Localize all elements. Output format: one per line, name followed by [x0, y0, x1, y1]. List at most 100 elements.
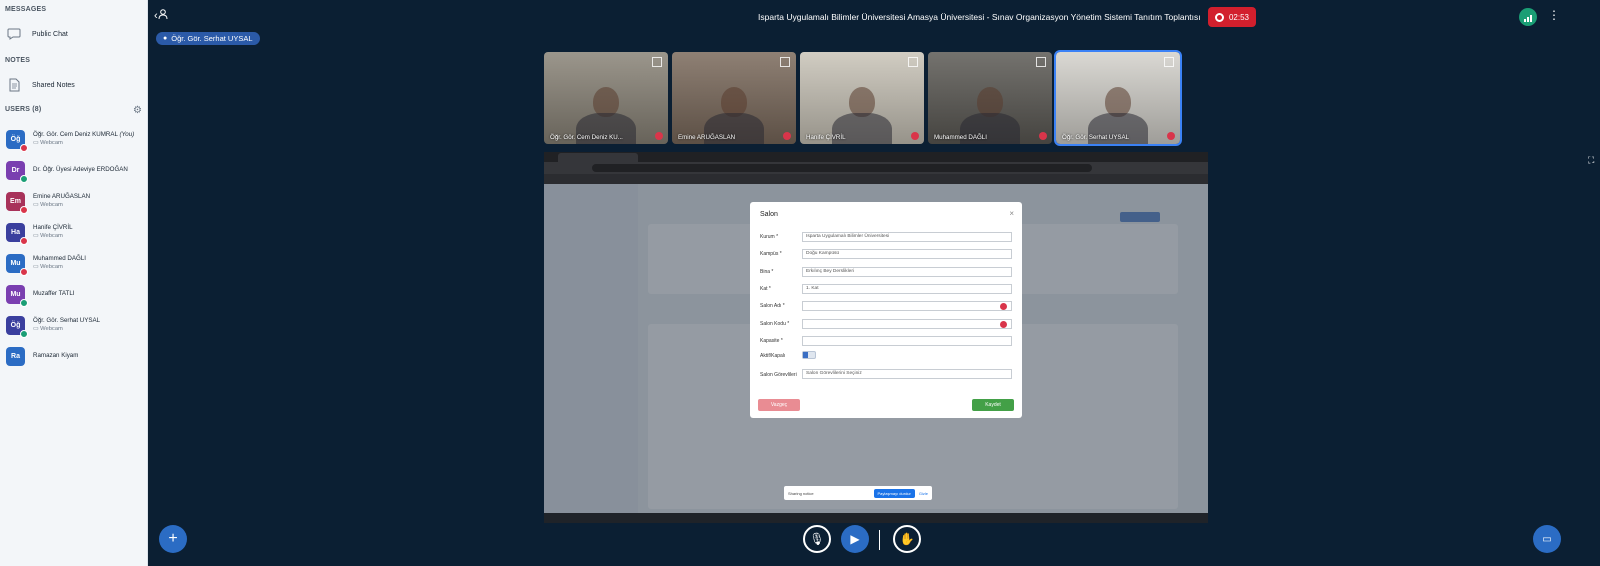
user-name: Öğr. Gör. Serhat UYSAL — [33, 317, 101, 324]
avatar: Öğ — [6, 129, 28, 152]
webcam-tile[interactable]: Öğr. Gör. Cem Deniz KU... — [544, 52, 668, 144]
screen-icon: ▭ — [1542, 533, 1552, 545]
webcam-tile[interactable]: Hanife ÇİVRİL — [800, 52, 924, 144]
field-input[interactable]: Erkılınç Bey Derslikleri — [802, 266, 1012, 277]
cancel-button[interactable]: Vazgeç — [758, 399, 800, 411]
field-label: Salon Kodu * — [760, 320, 790, 327]
expand-icon[interactable] — [908, 57, 918, 67]
screenshare-area: Salon × Kurum * Isparta Uygulamalı Biliml… — [544, 152, 1208, 523]
field-label: Salon Adı * — [760, 303, 785, 310]
microphone-status-icon — [20, 174, 28, 183]
error-icon — [1000, 303, 1007, 311]
webcam-name: Öğr. Gör. Serhat UYSAL — [1062, 134, 1130, 141]
user-list-item[interactable]: Mu Muhammed DAĞLI ▭ Webcam — [6, 250, 144, 276]
microphone-status-icon — [20, 143, 28, 152]
field-input[interactable]: Isparta Uygulamalı Bilimler Üniversitesi — [802, 232, 1012, 242]
hide-share-link[interactable]: Gizle — [919, 491, 932, 496]
webcam-name: Hanife ÇİVRİL — [806, 134, 846, 141]
user-list-item[interactable]: Öğ Öğr. Gör. Serhat UYSAL ▭ Webcam — [6, 312, 144, 338]
notes-icon — [6, 78, 22, 92]
field-label: Kurum * — [760, 234, 779, 240]
public-chat-item[interactable]: Public Chat — [6, 27, 68, 41]
browser-address-bar — [544, 162, 1208, 174]
presenter-badge: ● Öğr. Gör. Serhat UYSAL — [156, 32, 260, 45]
mute-button[interactable]: 🎙 — [803, 525, 831, 553]
webcam-tile[interactable]: Öğr. Gör. Serhat UYSAL — [1054, 50, 1182, 146]
webcam-tile[interactable]: Emine ARUĞASLAN — [672, 52, 796, 144]
microphone-status-icon — [20, 267, 28, 276]
field-input[interactable]: Doğu Kampüsü — [802, 249, 1012, 260]
user-status: Webcam — [40, 326, 63, 332]
field-input[interactable] — [802, 335, 1012, 346]
avatar: Öğ — [6, 315, 28, 338]
webcam-icon: ▭ — [33, 202, 39, 208]
browser-bookmarks-bar — [544, 174, 1208, 184]
toggle-userlist-icon[interactable]: ‹ — [154, 9, 168, 22]
field-label: Kampüs * — [760, 251, 782, 258]
expand-icon[interactable] — [652, 57, 662, 67]
microphone-status-icon — [1039, 132, 1047, 140]
microphone-status-icon — [20, 329, 28, 338]
shared-notes-item[interactable]: Shared Notes — [6, 78, 75, 92]
field-label: Kapasite * — [760, 337, 783, 344]
user-name: Öğr. Gör. Cem Deniz KUMRAL — [33, 131, 118, 138]
avatar: Ra — [6, 346, 25, 366]
avatar: Mu — [6, 253, 28, 276]
save-button[interactable]: Kaydet — [972, 399, 1014, 411]
expand-icon[interactable] — [780, 57, 790, 67]
close-icon[interactable]: × — [1009, 209, 1014, 218]
user-list-item[interactable]: Em Emine ARUĞASLAN ▭ Webcam — [6, 188, 144, 214]
camera-button[interactable]: ▶ — [841, 525, 869, 553]
webcam-name: Emine ARUĞASLAN — [678, 134, 736, 141]
webcam-icon: ▭ — [33, 264, 39, 270]
webcam-name: Öğr. Gör. Cem Deniz KU... — [550, 134, 623, 141]
active-toggle[interactable] — [802, 351, 816, 359]
user-list-item[interactable]: Ha Hanife ÇİVRİL ▭ Webcam — [6, 219, 144, 245]
user-list-item[interactable]: Dr Dr. Öğr. Üyesi Adeviye ERDOĞAN — [6, 157, 144, 183]
messages-title: MESSAGES — [5, 6, 47, 13]
avatar: Dr — [6, 160, 28, 183]
microphone-status-icon — [655, 132, 663, 140]
microphone-status-icon — [20, 236, 28, 245]
gear-icon[interactable]: ⚙ — [133, 105, 142, 116]
microphone-muted-icon: 🎙 — [809, 532, 825, 546]
microphone-icon: ● — [163, 35, 168, 42]
user-list-item[interactable]: Ra Ramazan Kiyam — [6, 343, 144, 369]
presenter-name: Öğr. Gör. Serhat UYSAL — [171, 34, 253, 43]
user-name: Muhammed DAĞLI — [33, 255, 86, 262]
bottom-bar: + 🎙 ▶ ✋ ▭ — [148, 522, 1600, 566]
fullscreen-icon[interactable]: ⛶ — [1588, 155, 1594, 166]
options-menu-icon[interactable]: ⋮ — [1548, 8, 1560, 22]
browser-tab-bar — [544, 152, 1208, 162]
expand-icon[interactable] — [1036, 57, 1046, 67]
raise-hand-button[interactable]: ✋ — [893, 525, 921, 553]
staff-select[interactable]: Salon Görevlilerini Seçiniz — [802, 369, 1012, 379]
field-label: Kat * — [760, 285, 771, 292]
modal-title: Salon — [760, 211, 778, 218]
field-input[interactable] — [802, 318, 1012, 329]
webcam-icon: ▭ — [33, 326, 39, 332]
connection-status-icon[interactable] — [1519, 8, 1537, 26]
stop-share-button[interactable]: Paylaşmayı durdur — [873, 488, 915, 498]
microphone-status-icon — [20, 205, 28, 214]
expand-icon[interactable] — [1164, 57, 1174, 67]
camera-icon: ▶ — [850, 532, 860, 546]
error-icon — [1000, 320, 1007, 328]
field-input[interactable] — [802, 301, 1012, 312]
user-list-item[interactable]: Mu Muzaffer TATLI — [6, 281, 144, 307]
user-name: Emine ARUĞASLAN — [33, 193, 91, 200]
field-label: Bina * — [760, 268, 774, 275]
screenshare-toggle-button[interactable]: ▭ — [1533, 525, 1561, 553]
avatar: Ha — [6, 222, 28, 245]
webcam-tile[interactable]: Muhammed DAĞLI — [928, 52, 1052, 144]
user-name: Muzaffer TATLI — [33, 290, 75, 297]
users-title: USERS (8) — [5, 106, 42, 113]
recording-indicator[interactable]: 02:53 — [1208, 7, 1256, 27]
microphone-status-icon — [20, 298, 28, 307]
field-input[interactable]: 1. Kat — [802, 283, 1012, 294]
plus-icon: + — [168, 530, 178, 547]
user-list-item[interactable]: Öğ Öğr. Gör. Cem Deniz KUMRAL (You) ▭ We… — [6, 126, 144, 152]
record-icon — [1214, 12, 1224, 22]
actions-button[interactable]: + — [159, 525, 187, 553]
shared-notes-label: Shared Notes — [32, 81, 75, 89]
